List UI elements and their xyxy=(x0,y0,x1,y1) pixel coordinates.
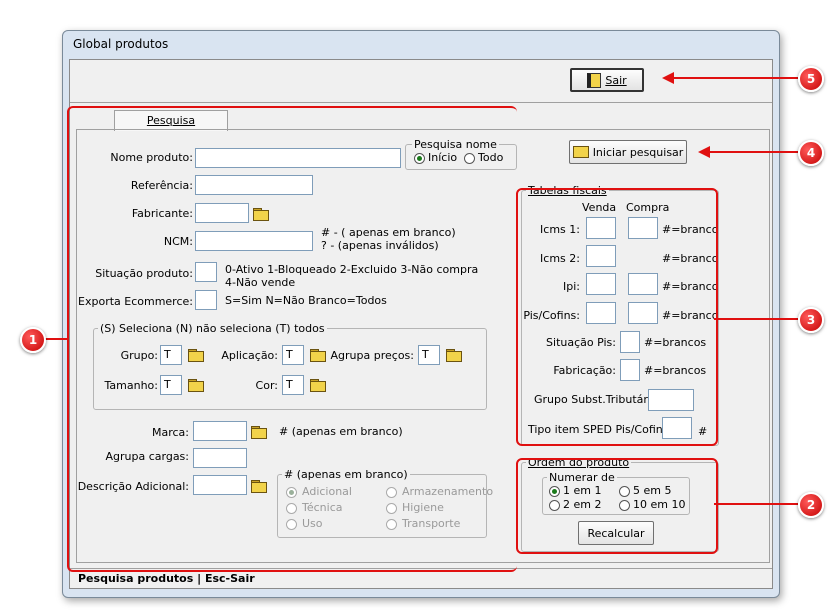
callout-4: 4 xyxy=(798,140,824,166)
callout-3: 3 xyxy=(798,307,824,333)
annotation-box-1 xyxy=(67,106,517,572)
callout-2: 2 xyxy=(798,492,824,518)
callout-line-3 xyxy=(714,318,798,320)
callout-line-5 xyxy=(672,77,798,79)
search-doc-icon xyxy=(572,146,589,158)
window-title: Global produtos xyxy=(73,37,169,51)
callout-5: 5 xyxy=(798,66,824,92)
exit-label: Sair xyxy=(605,73,627,87)
callout-line-2 xyxy=(714,503,798,505)
door-icon xyxy=(587,72,602,88)
title-bar: Global produtos xyxy=(63,31,779,57)
iniciar-pesquisar-button[interactable]: Iniciar pesquisar xyxy=(569,140,687,164)
status-text: Pesquisa produtos | Esc-Sair xyxy=(78,572,255,585)
exit-button[interactable]: Sair xyxy=(570,68,644,92)
annotation-box-2 xyxy=(516,458,718,554)
callout-1: 1 xyxy=(20,327,46,353)
iniciar-pesquisar-label: Iniciar pesquisar xyxy=(592,145,684,159)
annotation-box-3 xyxy=(516,188,718,446)
callout-line-4 xyxy=(708,151,798,153)
